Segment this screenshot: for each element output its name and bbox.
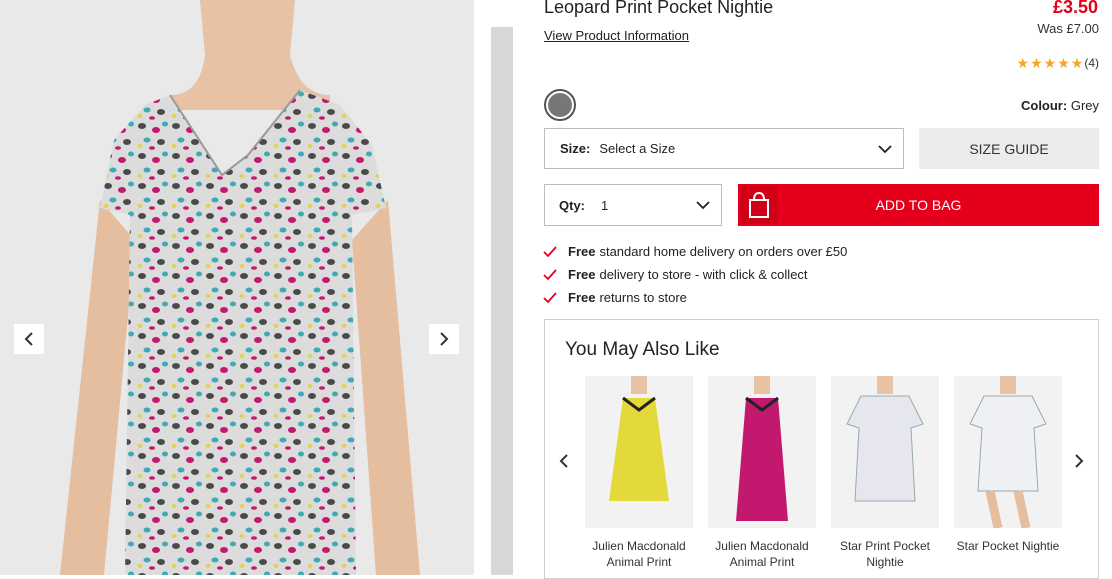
was-price: Was £7.00 bbox=[1037, 21, 1099, 36]
you-may-also-like-title: You May Also Like bbox=[565, 339, 720, 360]
recommendations-next-button[interactable] bbox=[1070, 452, 1088, 470]
recommendation-item[interactable]: Star Print Pocket Nightie bbox=[831, 376, 939, 570]
chevron-right-icon bbox=[1075, 454, 1084, 468]
recommendation-name: Star Pocket Nightie bbox=[956, 539, 1060, 553]
recommendation-name: Star Print Pocket Nightie bbox=[839, 539, 931, 569]
chevron-left-icon bbox=[559, 454, 568, 468]
star-icon: ★ bbox=[1030, 55, 1043, 71]
colour-label: Colour: bbox=[1020, 98, 1068, 113]
recommendation-item[interactable]: Star Pocket Nightie bbox=[954, 376, 1062, 554]
recommendations-prev-button[interactable] bbox=[555, 452, 573, 470]
chevron-left-icon bbox=[24, 332, 33, 346]
size-guide-button[interactable]: SIZE GUIDE bbox=[919, 128, 1099, 169]
benefit-bold: Free bbox=[568, 267, 596, 282]
view-product-information-link[interactable]: View Product Information bbox=[544, 28, 689, 43]
shopping-bag-icon bbox=[740, 186, 778, 224]
add-to-bag-label: ADD TO BAG bbox=[875, 197, 962, 213]
recommendation-image bbox=[831, 376, 939, 528]
product-price: £3.50 bbox=[1052, 0, 1098, 17]
review-count: (4) bbox=[1084, 56, 1099, 70]
chevron-down-icon bbox=[878, 145, 892, 154]
benefit-text: standard home delivery on orders over £5… bbox=[599, 244, 848, 259]
size-value: Select a Size bbox=[599, 141, 676, 156]
star-icon: ★ bbox=[1070, 55, 1084, 71]
star-icon: ★ bbox=[1057, 55, 1070, 71]
benefit-bold: Free bbox=[568, 290, 596, 305]
check-icon bbox=[543, 268, 559, 281]
add-to-bag-button[interactable]: ADD TO BAG bbox=[738, 184, 1099, 226]
benefit-text: returns to store bbox=[599, 290, 687, 305]
star-icon: ★ bbox=[1043, 55, 1057, 71]
star-icon: ★ bbox=[1016, 55, 1030, 71]
chevron-right-icon bbox=[440, 332, 449, 346]
quantity-select[interactable]: Qty: 1 bbox=[544, 184, 722, 226]
benefit-item: Free delivery to store - with click & co… bbox=[543, 263, 847, 286]
size-select[interactable]: Size: Select a Size bbox=[544, 128, 904, 169]
recommendation-image bbox=[954, 376, 1062, 528]
benefit-text: delivery to store - with click & collect bbox=[599, 267, 808, 282]
chevron-down-icon bbox=[696, 201, 710, 210]
thumbnail-scroll-strip[interactable] bbox=[491, 27, 513, 575]
benefit-item: Free returns to store bbox=[543, 286, 847, 309]
recommendation-image bbox=[585, 376, 693, 528]
recommendation-item[interactable]: Julien Macdonald Animal Print bbox=[708, 376, 816, 570]
swatch-dot bbox=[548, 93, 572, 117]
product-image-gallery bbox=[0, 0, 474, 575]
benefit-item: Free standard home delivery on orders ov… bbox=[543, 240, 847, 263]
recommendation-name: Julien Macdonald Animal Print bbox=[715, 539, 809, 569]
colour-swatch-grey[interactable] bbox=[544, 89, 576, 121]
product-main-image bbox=[60, 0, 420, 575]
colour-info: Colour: Grey bbox=[1021, 98, 1099, 113]
product-title: Leopard Print Pocket Nightie bbox=[544, 0, 774, 17]
size-label: Size: bbox=[560, 141, 591, 156]
delivery-benefits: Free standard home delivery on orders ov… bbox=[543, 240, 847, 309]
product-rating[interactable]: ★ ★ ★ ★ ★ (4) bbox=[1017, 56, 1099, 70]
gallery-prev-button[interactable] bbox=[14, 324, 44, 354]
check-icon bbox=[543, 245, 559, 258]
recommendation-image bbox=[708, 376, 816, 528]
colour-value: Grey bbox=[1070, 98, 1099, 113]
you-may-also-like-panel: You May Also Like Julien Macdonald Anima… bbox=[544, 319, 1099, 579]
qty-value: 1 bbox=[601, 197, 609, 213]
recommendation-name: Julien Macdonald Animal Print bbox=[592, 539, 686, 569]
check-icon bbox=[543, 291, 559, 304]
gallery-next-button[interactable] bbox=[429, 324, 459, 354]
recommendation-item[interactable]: Julien Macdonald Animal Print bbox=[585, 376, 693, 570]
qty-label: Qty: bbox=[559, 197, 585, 213]
benefit-bold: Free bbox=[568, 244, 596, 259]
